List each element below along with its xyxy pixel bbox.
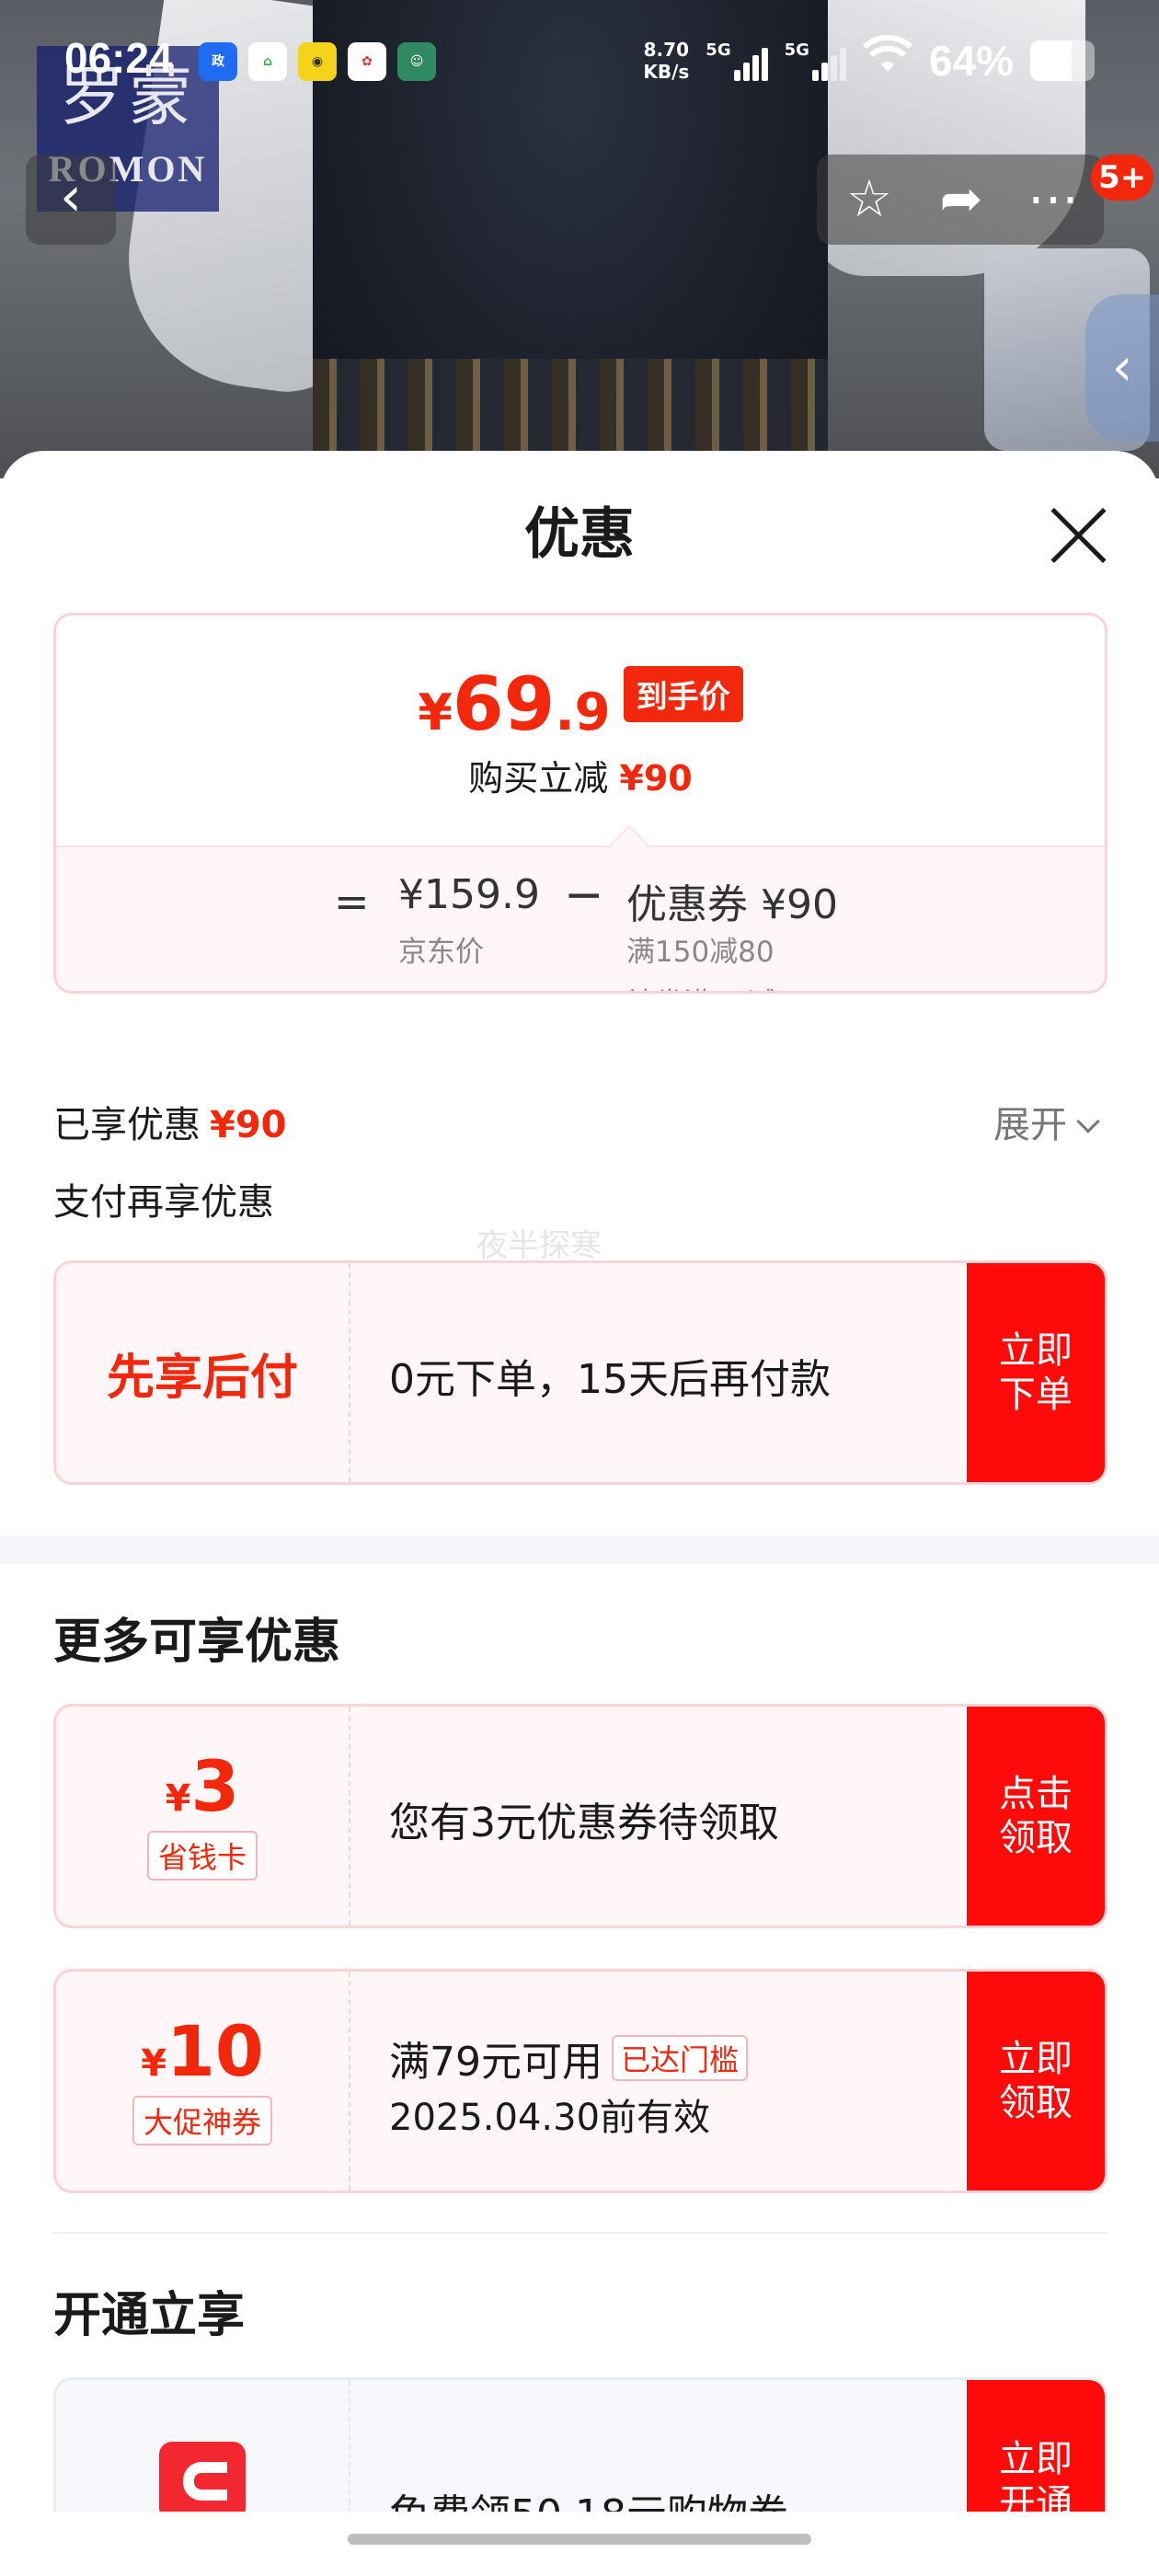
home-icon: ⌂: [248, 42, 287, 81]
watermark: 夜半探寒: [476, 1227, 602, 1264]
claim-button[interactable]: 点击领取: [967, 1707, 1105, 1926]
section-separator: [0, 1536, 1159, 1564]
claim-button[interactable]: 立即领取: [967, 1972, 1105, 2191]
back-button[interactable]: ‹: [26, 155, 116, 245]
coupon-amount-area: ¥10 大促神券: [56, 1972, 349, 2191]
coupon-amount: ¥10: [141, 2017, 264, 2087]
app-icon-blue: 政: [199, 42, 237, 81]
colorful-app-icon: ✿: [348, 42, 386, 81]
battery-percent: 64%: [928, 36, 1014, 85]
card-divider: [349, 1263, 350, 1482]
chevron-down-icon: [1076, 1110, 1100, 1133]
coupon-rule-2: 神券满79减10: [626, 980, 813, 991]
pay-later-desc: 0元下单，15天后再付款: [389, 1356, 831, 1403]
price-breakdown-card: ¥69.9 到手价 购买立减 ¥90 = ¥159.9 京东价 − 优惠券 ¥90…: [53, 613, 1107, 994]
signal-1-label: 5G: [706, 40, 731, 60]
coupon-currency: ¥: [141, 2042, 167, 2085]
coupon-currency: ¥: [165, 1777, 191, 1820]
star-icon[interactable]: ☆: [837, 167, 901, 232]
more-offers-title: 更多可享优惠: [53, 1615, 341, 1670]
reduce-line: 购买立减 ¥90: [56, 750, 1105, 800]
yellow-app-icon: ◉: [298, 42, 337, 81]
status-time: 06:24: [64, 34, 173, 82]
coupon-price: 优惠券 ¥90: [626, 881, 838, 928]
share-icon[interactable]: ➦: [929, 167, 993, 232]
net-speed-value: 8.70: [643, 38, 689, 61]
final-price-area: ¥69.9 到手价 购买立减 ¥90: [56, 615, 1105, 845]
expand-button[interactable]: 展开: [993, 1095, 1100, 1148]
wifi-icon: [862, 34, 913, 86]
minus-sign: −: [564, 868, 604, 923]
coupon-amount: ¥3: [166, 1752, 240, 1822]
equals-sign: =: [334, 877, 370, 926]
top-actions: ☆ ➦ ⋯: [817, 155, 1104, 245]
photo-skirt-pattern: [313, 359, 828, 451]
pay-again-title: 支付再享优惠: [53, 1181, 274, 1224]
coupon-type-label: 大促神券: [132, 2096, 272, 2145]
coupon-card-savings[interactable]: ¥3 省钱卡 您有3元优惠券待领取 点击领取: [53, 1704, 1107, 1928]
coupon-threshold-text: 满79元可用: [389, 2039, 602, 2086]
price-formula: = ¥159.9 京东价 − 优惠券 ¥90 满150减80 神券满79减10: [56, 845, 1105, 991]
more-icon[interactable]: ⋯: [1021, 167, 1085, 232]
pay-later-name: 先享后付: [106, 1350, 298, 1406]
signal-icon-2: 5G: [785, 40, 846, 81]
enjoyed-discount: 已享优惠 ¥90: [53, 1095, 287, 1148]
avatar-app-icon: ☺: [397, 42, 436, 81]
final-price-dec: .9: [555, 683, 611, 742]
side-collapse-button[interactable]: ‹: [1085, 294, 1159, 442]
final-price-tag: 到手价: [623, 666, 743, 722]
coupon-expiry: 2025.04.30前有效: [389, 2097, 711, 2139]
expand-label: 展开: [993, 1104, 1067, 1146]
coupon-threshold: 满79元可用 已达门槛: [389, 2029, 749, 2087]
message-badge: 5+: [1091, 155, 1154, 201]
jd-price-label: 京东价: [398, 936, 484, 969]
jd-pay-logo-icon: [159, 2442, 246, 2521]
close-icon[interactable]: [1049, 506, 1107, 565]
open-benefits-title: 开通立享: [53, 2288, 246, 2343]
net-speed-unit: KB/s: [643, 60, 690, 83]
jd-price: ¥159.9: [398, 871, 540, 918]
card-divider: [349, 1972, 350, 2191]
coupon-value: 3: [190, 1745, 240, 1827]
card-divider: [349, 1707, 350, 1926]
home-indicator[interactable]: [348, 2534, 811, 2545]
coupon-type-label: 省钱卡: [146, 1831, 258, 1880]
final-price-currency: ¥: [418, 684, 453, 742]
status-bar: 06:24 政 ⌂ ◉ ✿ ☺ 8.70 KB/s 5G 5G 64%: [0, 28, 1159, 101]
coupon-amount-area: ¥3 省钱卡: [56, 1707, 349, 1926]
pay-later-order-button[interactable]: 立即下单: [967, 1263, 1105, 1482]
sheet-title: 优惠: [524, 502, 635, 567]
reduce-amount: ¥90: [619, 758, 693, 799]
status-right: 8.70 KB/s 5G 5G 64%: [643, 34, 1095, 86]
enjoyed-amount: ¥90: [210, 1104, 287, 1146]
net-speed: 8.70 KB/s: [643, 39, 689, 83]
final-price-int: 69: [453, 661, 556, 747]
notification-icons: 政 ⌂ ◉ ✿ ☺: [199, 42, 436, 81]
coupon-card-promo[interactable]: ¥10 大促神券 满79元可用 已达门槛 2025.04.30前有效 立即领取: [53, 1969, 1107, 2193]
battery-icon: [1030, 40, 1095, 81]
pay-later-left: 先享后付: [56, 1263, 349, 1482]
reduce-label: 购买立减: [468, 758, 609, 799]
enjoyed-label: 已享优惠: [53, 1104, 201, 1146]
signal-icon-1: 5G: [706, 40, 768, 81]
signal-2-label: 5G: [784, 40, 809, 60]
pay-later-card[interactable]: 先享后付 0元下单，15天后再付款 立即下单: [53, 1260, 1107, 1485]
coupon-rule-1: 满150减80: [626, 936, 775, 969]
coupon-value: 10: [166, 2010, 264, 2092]
coupon-desc: 您有3元优惠券待领取: [389, 1800, 779, 1846]
discount-sheet: 优惠 ¥69.9 到手价 购买立减 ¥90 = ¥159.9 京东价 − 优惠券 …: [0, 451, 1159, 2576]
threshold-reached-tag: 已达门槛: [612, 2035, 749, 2081]
final-price: ¥69.9 到手价: [56, 661, 1105, 747]
divider-line: [53, 2232, 1107, 2234]
